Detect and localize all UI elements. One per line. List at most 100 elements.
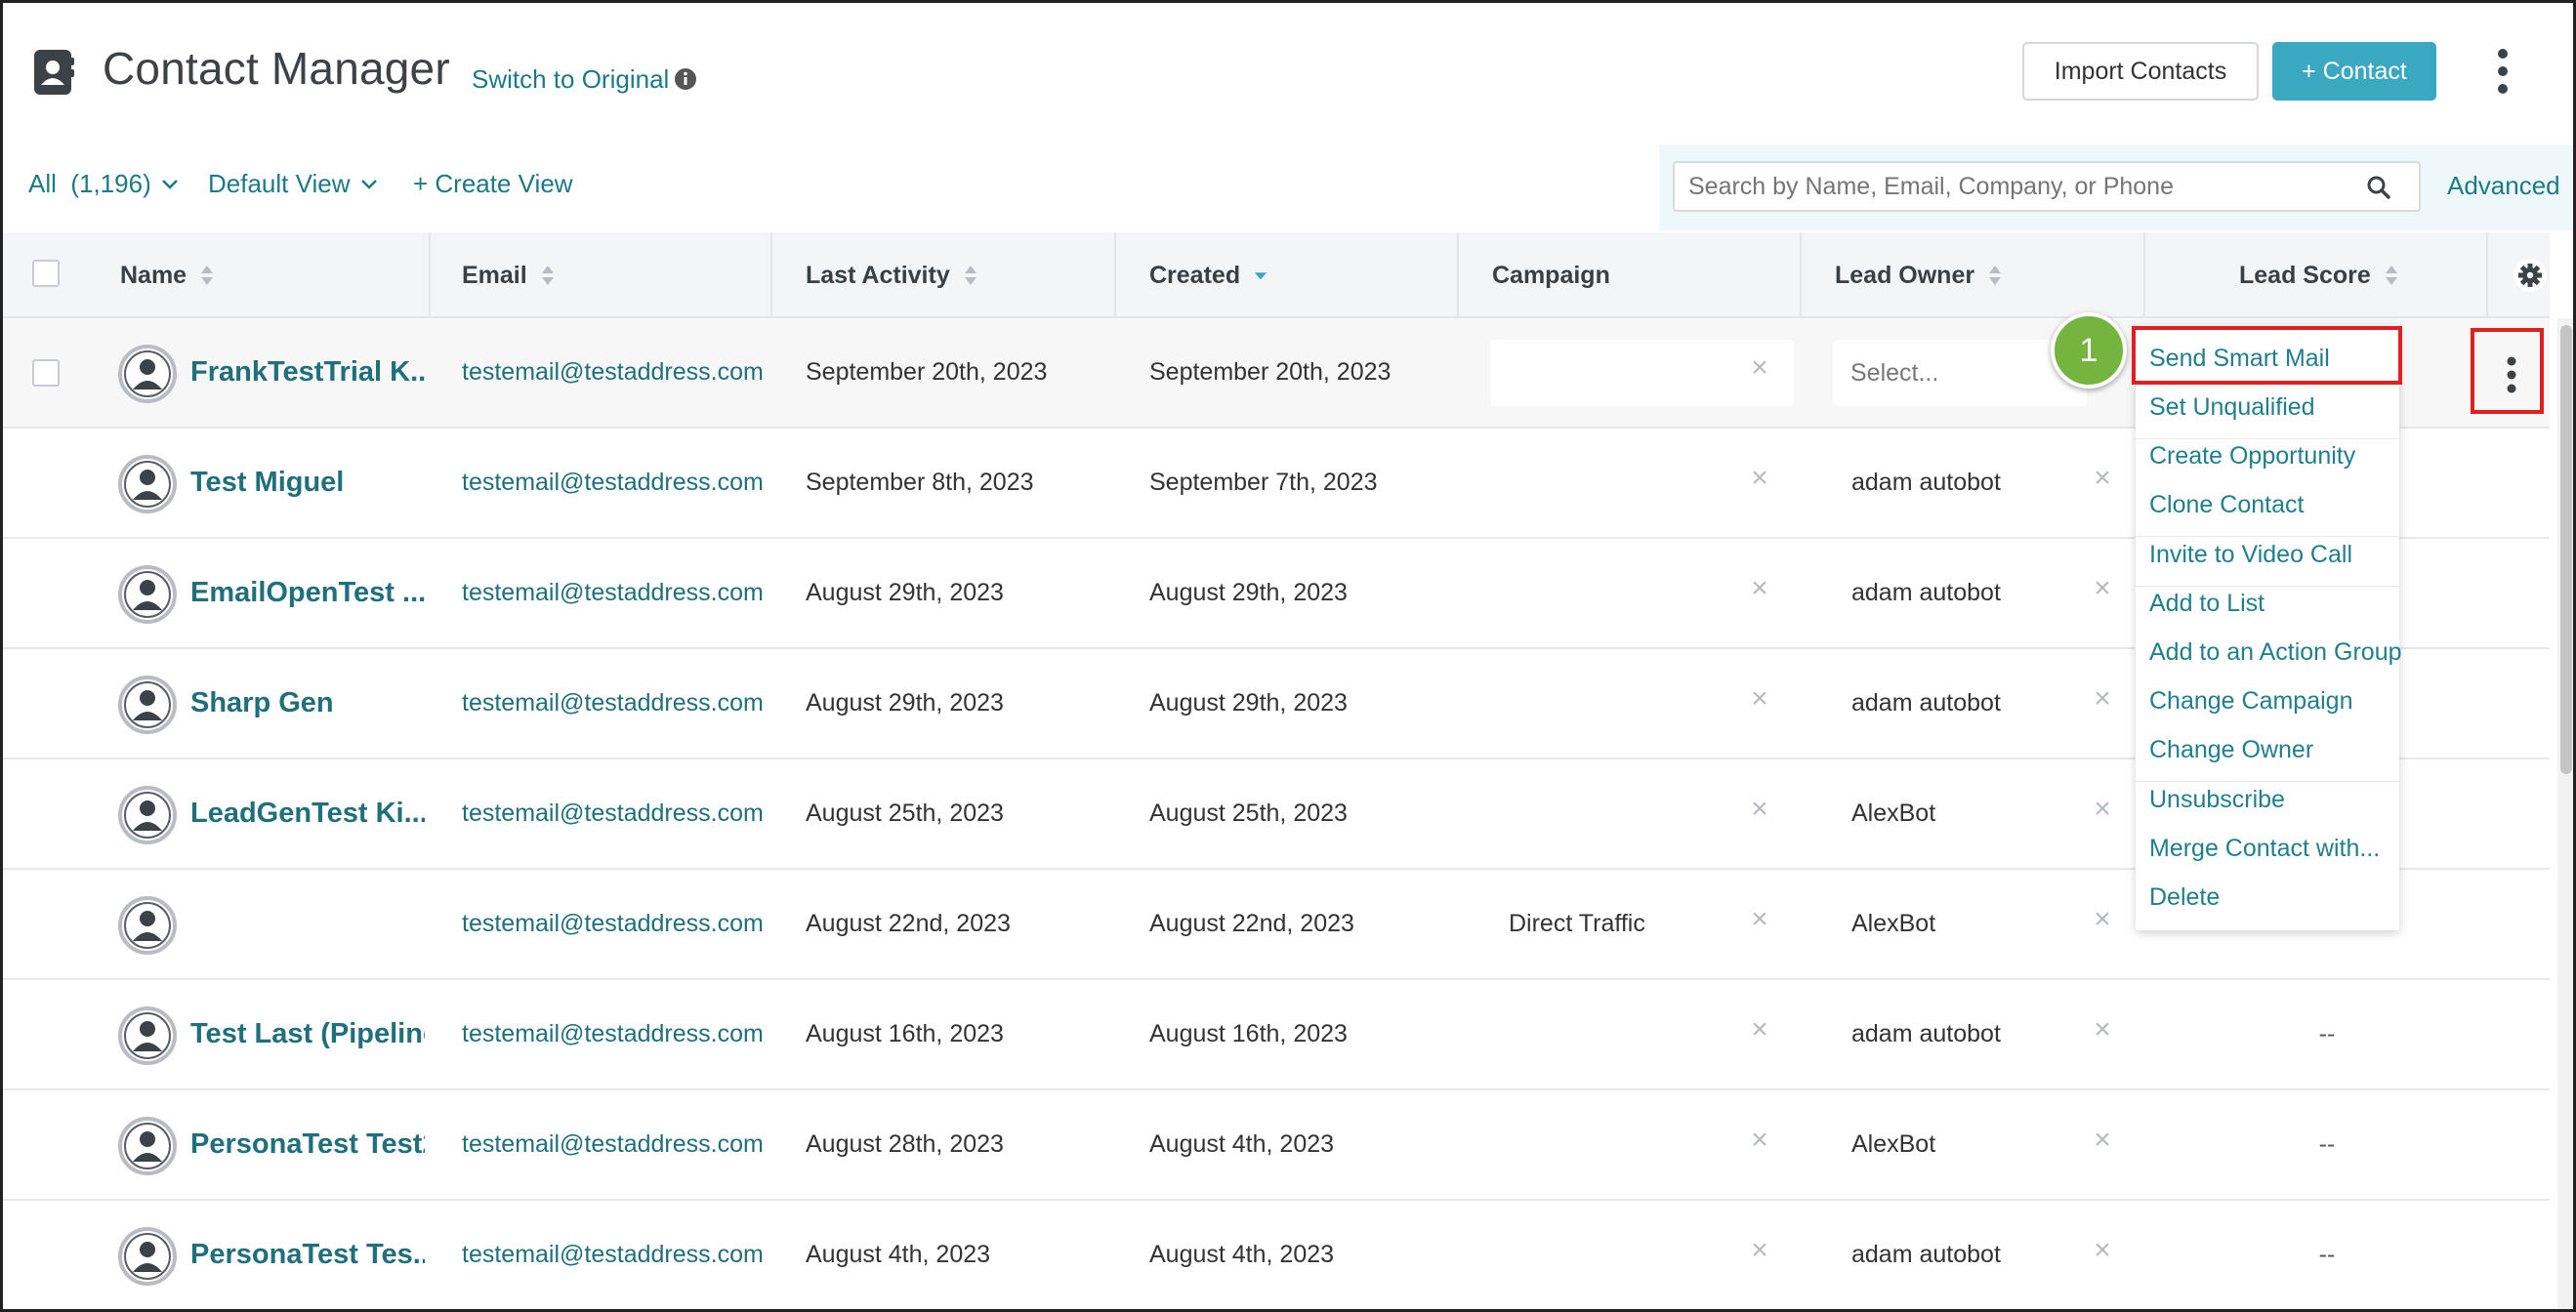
- info-icon[interactable]: [674, 67, 697, 91]
- menu-item[interactable]: Add to an Action Group: [2149, 638, 2402, 667]
- menu-divider: [2136, 536, 2399, 537]
- kebab-icon[interactable]: [2491, 46, 2514, 97]
- step-callout: 1: [2051, 312, 2127, 389]
- table-row[interactable]: Test Last (Pipeline testemail@testaddress…: [3, 980, 2550, 1090]
- column-header-campaign[interactable]: Campaign: [1492, 232, 1610, 318]
- column-divider: [1800, 232, 1802, 318]
- campaign-cell: [1509, 429, 1763, 537]
- clear-icon[interactable]: ×: [1749, 1126, 1770, 1155]
- clear-icon[interactable]: ×: [2092, 795, 2113, 824]
- import-contacts-button[interactable]: Import Contacts: [2022, 42, 2259, 101]
- table-row[interactable]: PersonaTest Test2 testemail@testaddress.c…: [3, 1090, 2550, 1201]
- created-cell: August 16th, 2023: [1149, 1020, 1348, 1047]
- campaign-cell: [1509, 759, 1763, 868]
- search-input[interactable]: [1688, 163, 2352, 210]
- last-activity-cell: September 20th, 2023: [806, 358, 1048, 386]
- campaign-cell: [1509, 1090, 1763, 1199]
- clear-icon[interactable]: ×: [1749, 574, 1770, 603]
- add-contact-button[interactable]: + Contact: [2272, 42, 2436, 101]
- contact-name-link[interactable]: Sharp Gen: [190, 649, 425, 758]
- created-cell: August 4th, 2023: [1149, 1130, 1335, 1158]
- clear-icon[interactable]: ×: [1749, 905, 1770, 934]
- contact-email-link[interactable]: testemail@testaddress.com: [462, 1090, 765, 1199]
- kebab-icon[interactable]: [2506, 356, 2517, 393]
- create-view-link[interactable]: + Create View: [413, 169, 573, 199]
- clear-icon[interactable]: ×: [2092, 684, 2113, 714]
- contact-email-link[interactable]: testemail@testaddress.com: [462, 980, 765, 1088]
- default-view-label: Default View: [208, 169, 351, 198]
- clear-icon[interactable]: ×: [1749, 1015, 1770, 1045]
- contact-email-link[interactable]: testemail@testaddress.com: [462, 318, 765, 427]
- menu-item[interactable]: Delete: [2149, 883, 2220, 912]
- clear-icon[interactable]: ×: [1749, 353, 1770, 383]
- gear-icon[interactable]: [2513, 258, 2548, 293]
- contact-email-link[interactable]: testemail@testaddress.com: [462, 539, 765, 647]
- campaign-cell: [1509, 539, 1763, 647]
- column-header-lead-owner[interactable]: Lead Owner: [1835, 232, 2002, 318]
- menu-item[interactable]: Create Opportunity: [2149, 442, 2355, 471]
- column-divider: [2143, 232, 2145, 318]
- row-checkbox[interactable]: [32, 359, 60, 387]
- clear-icon[interactable]: ×: [2092, 1126, 2113, 1155]
- all-filter-dropdown[interactable]: All (1,196): [28, 169, 179, 199]
- clear-icon[interactable]: ×: [2092, 1015, 2113, 1045]
- contact-name-link[interactable]: LeadGenTest Ki...: [190, 759, 425, 868]
- clear-icon[interactable]: ×: [2092, 1236, 2113, 1265]
- contact-email-link[interactable]: testemail@testaddress.com: [462, 649, 765, 758]
- avatar-icon: [118, 455, 177, 513]
- contact-email-link[interactable]: testemail@testaddress.com: [462, 1201, 765, 1309]
- contact-name-link[interactable]: [190, 870, 425, 978]
- contact-name-link[interactable]: PersonaTest Tes...: [190, 1201, 425, 1309]
- contact-name-link[interactable]: FrankTestTrial K...: [190, 318, 425, 427]
- clear-icon[interactable]: ×: [1749, 684, 1770, 714]
- menu-item[interactable]: Change Campaign: [2149, 687, 2352, 716]
- created-cell: August 29th, 2023: [1149, 579, 1348, 606]
- contact-name-link[interactable]: EmailOpenTest ...: [190, 539, 425, 647]
- clear-icon[interactable]: ×: [2092, 464, 2113, 493]
- column-header-name[interactable]: Name: [120, 232, 214, 318]
- clear-icon[interactable]: ×: [1749, 464, 1770, 493]
- switch-to-original-link[interactable]: Switch to Original: [472, 64, 669, 95]
- menu-item[interactable]: Set Unqualified: [2149, 393, 2315, 422]
- avatar-icon: [118, 1227, 177, 1286]
- created-cell: September 20th, 2023: [1149, 358, 1392, 386]
- search-icon[interactable]: [2366, 175, 2391, 200]
- contact-email-link[interactable]: testemail@testaddress.com: [462, 429, 765, 537]
- column-header-lead-score[interactable]: Lead Score: [2239, 232, 2398, 318]
- clear-icon[interactable]: ×: [2092, 574, 2113, 603]
- menu-item[interactable]: Unsubscribe: [2149, 786, 2285, 814]
- avatar-icon: [118, 1006, 177, 1065]
- column-header-last-activity[interactable]: Last Activity: [806, 232, 977, 318]
- menu-item[interactable]: Invite to Video Call: [2149, 541, 2352, 569]
- clear-icon[interactable]: ×: [1749, 795, 1770, 824]
- avatar-icon: [118, 565, 177, 624]
- menu-item[interactable]: Merge Contact with...: [2149, 835, 2380, 863]
- column-header-email[interactable]: Email: [462, 232, 555, 318]
- contact-email-link[interactable]: testemail@testaddress.com: [462, 870, 765, 978]
- clear-icon[interactable]: ×: [2092, 905, 2113, 934]
- created-cell: August 25th, 2023: [1149, 800, 1348, 827]
- contact-name-link[interactable]: Test Miguel: [190, 429, 425, 537]
- lead-owner-cell: adam autobot: [1851, 689, 2001, 717]
- menu-item[interactable]: Change Owner: [2149, 736, 2313, 764]
- contact-book-icon: [34, 50, 74, 95]
- sort-desc-icon: [1254, 272, 1267, 280]
- last-activity-cell: August 29th, 2023: [806, 579, 1004, 606]
- column-divider: [2486, 232, 2488, 318]
- contact-email-link[interactable]: testemail@testaddress.com: [462, 759, 765, 868]
- sort-icon: [1989, 266, 2002, 285]
- select-all-checkbox[interactable]: [32, 260, 60, 287]
- menu-item[interactable]: Clone Contact: [2149, 491, 2304, 519]
- menu-item[interactable]: Add to List: [2149, 590, 2264, 618]
- contact-name-link[interactable]: PersonaTest Test2: [190, 1090, 425, 1199]
- advanced-search-link[interactable]: Advanced: [2447, 171, 2560, 201]
- lead-owner-select[interactable]: Select...: [1833, 340, 2087, 406]
- contact-name-link[interactable]: Test Last (Pipeline: [190, 980, 425, 1088]
- clear-icon[interactable]: ×: [1749, 1236, 1770, 1265]
- default-view-dropdown[interactable]: Default View: [208, 169, 378, 199]
- column-header-created[interactable]: Created: [1149, 232, 1267, 318]
- table-row[interactable]: PersonaTest Tes... testemail@testaddress.…: [3, 1201, 2550, 1309]
- campaign-cell: [1509, 1201, 1763, 1309]
- scrollbar-thumb[interactable]: [2560, 325, 2572, 774]
- chevron-down-icon: [360, 179, 377, 189]
